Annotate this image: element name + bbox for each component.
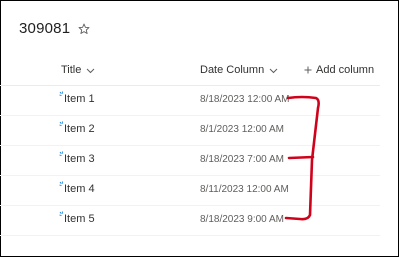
item-title-link[interactable]: Item 1 xyxy=(59,91,95,105)
item-date: 8/11/2023 12:00 AM xyxy=(200,184,289,195)
item-title-link[interactable]: Item 3 xyxy=(59,151,95,165)
item-title: Item 4 xyxy=(64,183,95,195)
star-icon[interactable] xyxy=(78,23,90,35)
column-header-title[interactable]: Title xyxy=(61,64,95,76)
item-title: Item 1 xyxy=(64,93,95,105)
item-title: Item 2 xyxy=(64,123,95,135)
list-header-row: Title Date Column Add column xyxy=(0,57,380,86)
plus-icon xyxy=(304,66,312,74)
add-column-label: Add column xyxy=(316,64,375,76)
column-header-date[interactable]: Date Column xyxy=(200,64,278,76)
table-row[interactable]: Item 4 8/11/2023 12:00 AM xyxy=(0,176,380,206)
item-title: Item 5 xyxy=(64,213,95,225)
item-date: 8/18/2023 7:00 AM xyxy=(200,154,284,165)
list-rows: Item 1 8/18/2023 12:00 AM Item 2 8/1/202… xyxy=(0,86,380,236)
item-date: 8/18/2023 9:00 AM xyxy=(200,214,284,225)
page-title: 309081 xyxy=(19,20,71,37)
table-row[interactable]: Item 5 8/18/2023 9:00 AM xyxy=(0,206,380,236)
item-title: Item 3 xyxy=(64,153,95,165)
chevron-down-icon xyxy=(86,66,95,75)
item-title-link[interactable]: Item 2 xyxy=(59,121,95,135)
table-row[interactable]: Item 3 8/18/2023 7:00 AM xyxy=(0,146,380,176)
table-row[interactable]: Item 2 8/1/2023 12:00 AM xyxy=(0,116,380,146)
item-title-link[interactable]: Item 5 xyxy=(59,211,95,225)
column-header-date-label: Date Column xyxy=(200,64,265,76)
table-row[interactable]: Item 1 8/18/2023 12:00 AM xyxy=(0,86,380,116)
item-date: 8/1/2023 12:00 AM xyxy=(200,124,284,135)
column-header-title-label: Title xyxy=(61,64,82,76)
chevron-down-icon xyxy=(269,66,278,75)
add-column-button[interactable]: Add column xyxy=(304,64,374,76)
item-date: 8/18/2023 12:00 AM xyxy=(200,94,290,105)
page-header: 309081 xyxy=(19,20,90,37)
item-title-link[interactable]: Item 4 xyxy=(59,181,95,195)
